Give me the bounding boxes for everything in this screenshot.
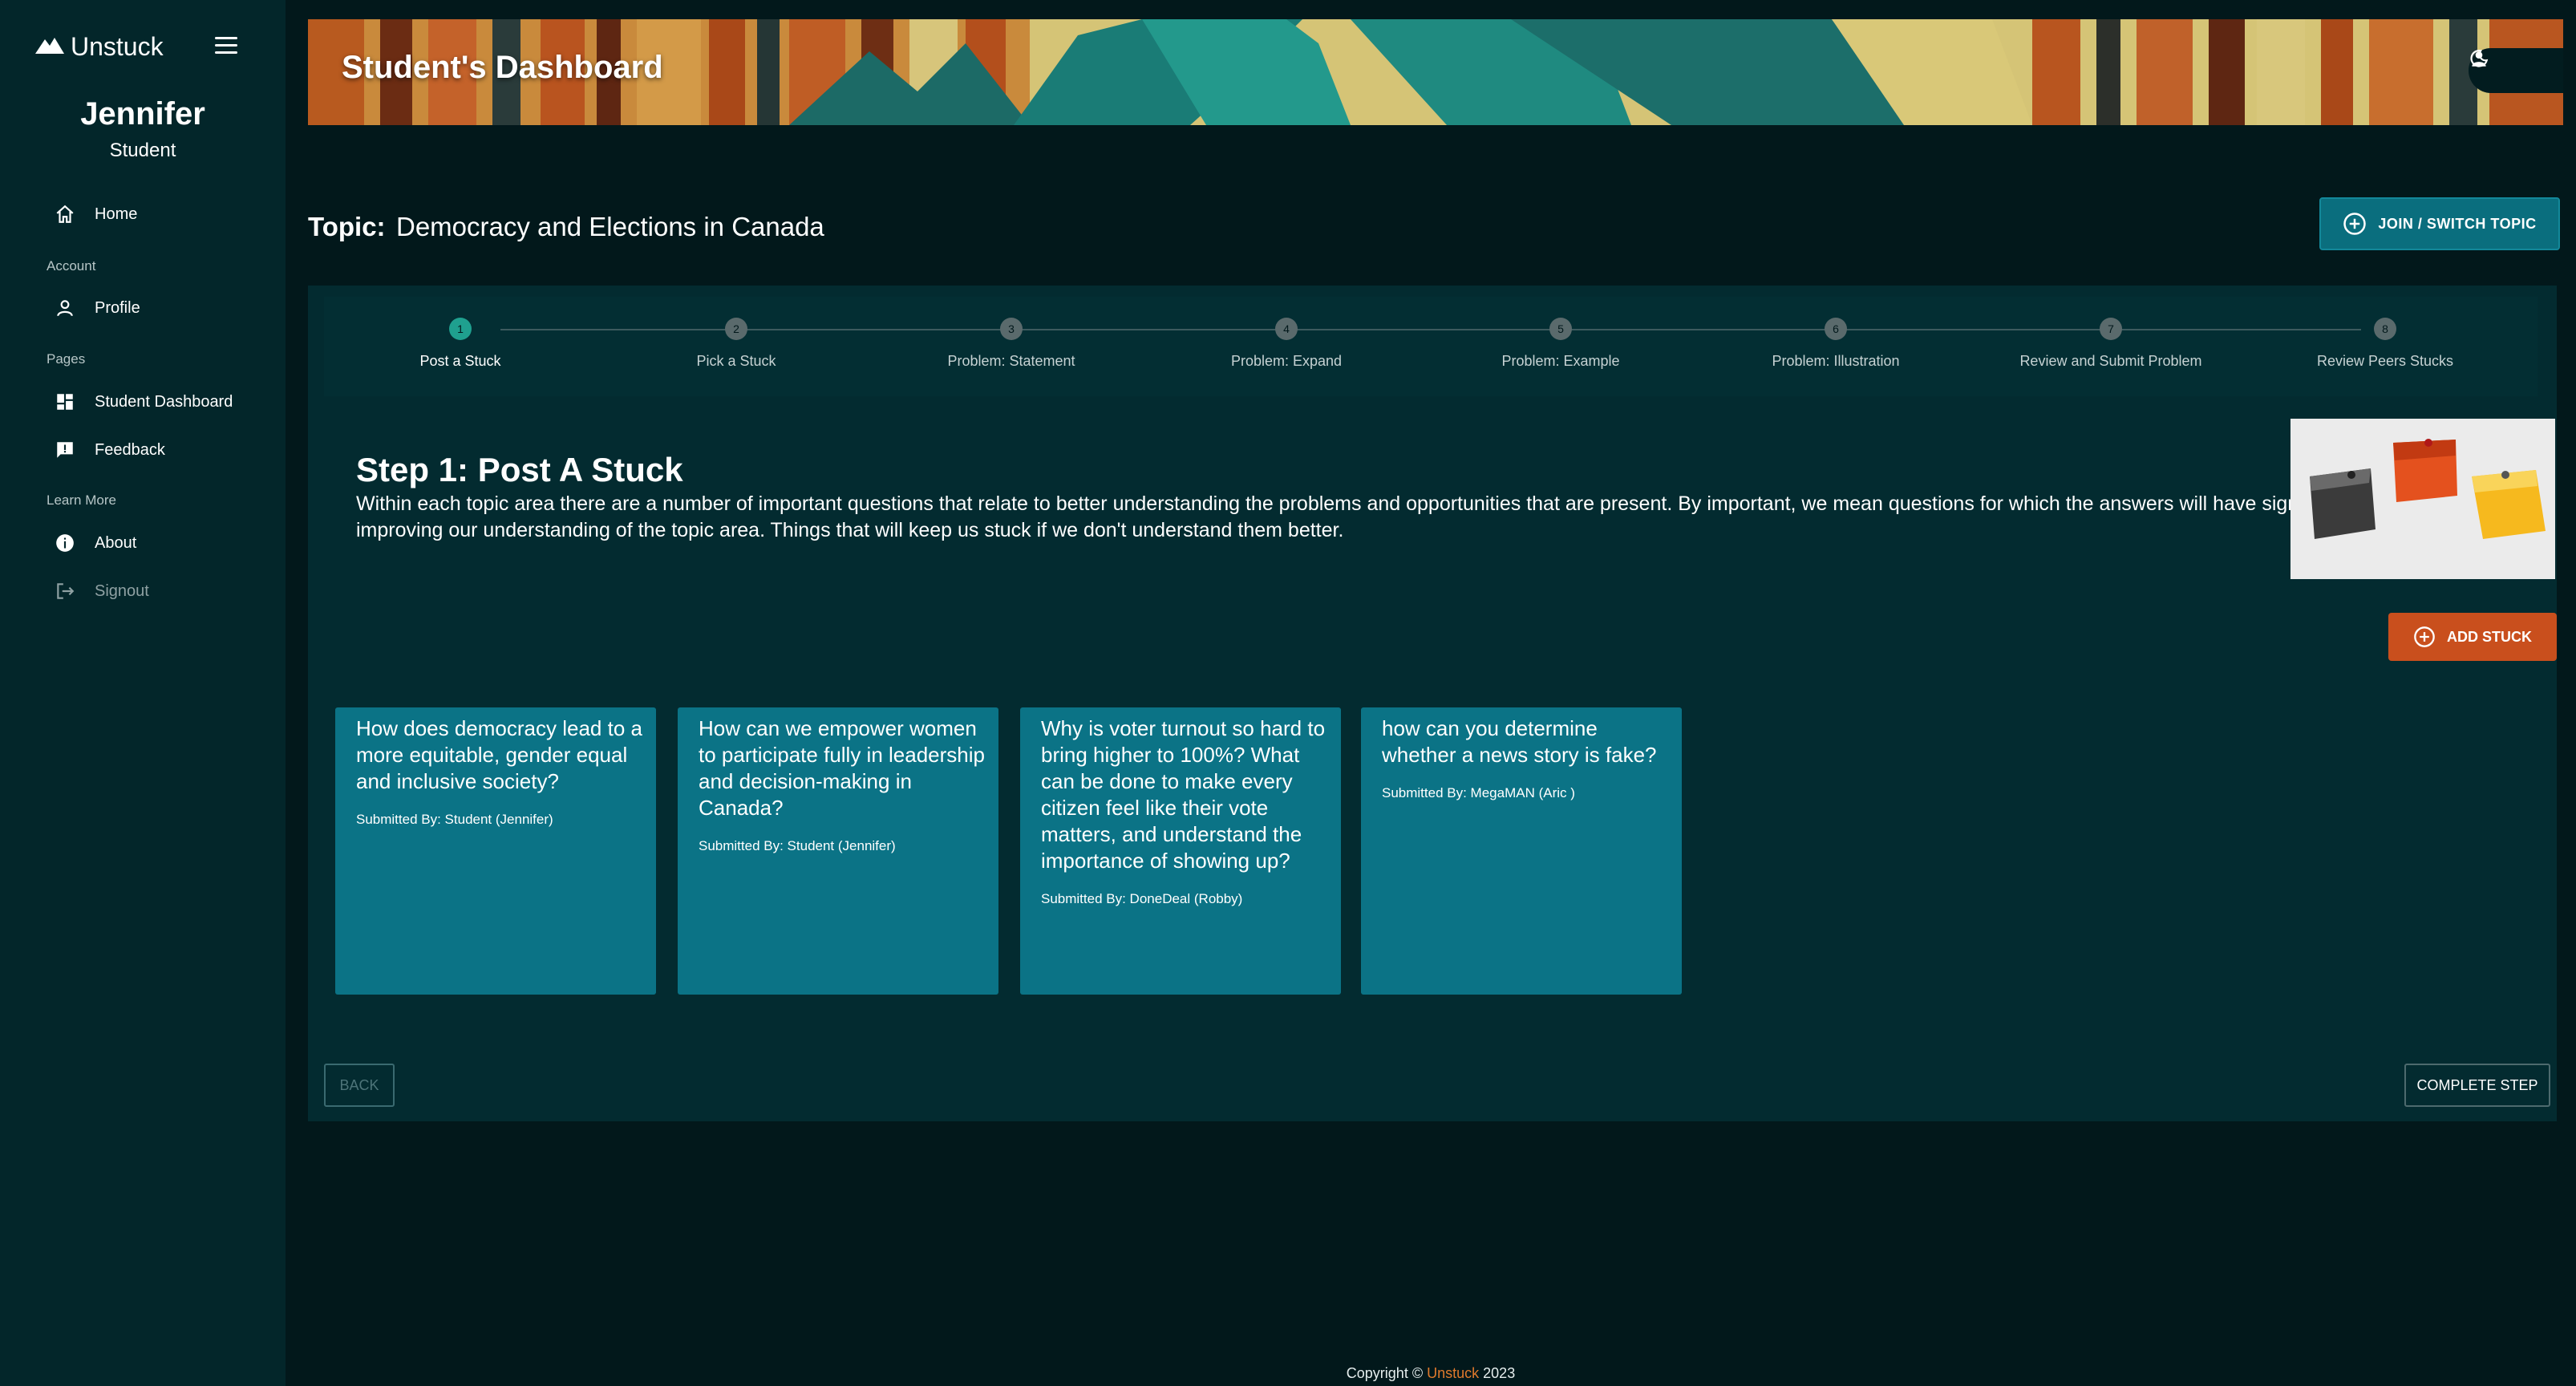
step-8[interactable]: 8 Review Peers Stucks bbox=[2249, 297, 2521, 370]
stuck-question: how can you determine whether a news sto… bbox=[1382, 715, 1671, 806]
sidebar: Unstuck Jennifer Student Home Account Pr… bbox=[0, 0, 286, 1386]
stuck-question-text: Why is voter turnout so hard to bring hi… bbox=[1041, 716, 1326, 873]
step-label: Post a Stuck bbox=[419, 353, 501, 369]
menu-icon[interactable] bbox=[215, 37, 237, 56]
sidebar-item-student-dashboard[interactable]: Student Dashboard bbox=[51, 388, 233, 415]
user-name: Jennifer bbox=[80, 96, 205, 132]
step-number: 4 bbox=[1275, 318, 1298, 340]
step-7[interactable]: 7 Review and Submit Problem bbox=[1975, 297, 2247, 370]
sidebar-item-signout[interactable]: Signout bbox=[51, 578, 149, 605]
person-icon bbox=[51, 294, 79, 322]
sidebar-item-label: Profile bbox=[95, 298, 140, 317]
section-account: Account bbox=[47, 258, 96, 274]
step-number: 6 bbox=[1825, 318, 1847, 340]
step-4[interactable]: 4 Problem: Expand bbox=[1150, 297, 1423, 370]
sidebar-item-label: Feedback bbox=[95, 440, 165, 459]
mountain-icon bbox=[35, 36, 64, 58]
step-number: 3 bbox=[1000, 318, 1023, 340]
step-label: Review and Submit Problem bbox=[2019, 353, 2202, 369]
sidebar-item-label: Signout bbox=[95, 582, 149, 600]
home-icon bbox=[51, 201, 79, 228]
step-2[interactable]: 2 Pick a Stuck bbox=[600, 297, 873, 370]
join-switch-topic-button[interactable]: JOIN / SWITCH TOPIC bbox=[2319, 197, 2560, 250]
back-button[interactable]: BACK bbox=[324, 1064, 395, 1107]
topic-value: Democracy and Elections in Canada bbox=[396, 212, 824, 241]
copyright-year: 2023 bbox=[1483, 1365, 1516, 1381]
info-icon bbox=[51, 529, 79, 557]
stuck-card[interactable]: Why is voter turnout so hard to bring hi… bbox=[1020, 707, 1341, 995]
add-circle-icon bbox=[2413, 626, 2436, 648]
page-title: Student's Dashboard bbox=[342, 50, 663, 85]
header-banner: Student's Dashboard bbox=[308, 19, 2563, 125]
add-stuck-label: ADD STUCK bbox=[2447, 628, 2532, 645]
sidebar-item-home[interactable]: Home bbox=[51, 201, 137, 228]
stuck-card[interactable]: How does democracy lead to a more equita… bbox=[335, 707, 656, 995]
add-circle-icon bbox=[2343, 212, 2367, 236]
stuck-question-text: How can we empower women to participate … bbox=[699, 716, 985, 820]
step-title: Step 1: Post A Stuck bbox=[356, 451, 683, 488]
step-6[interactable]: 6 Problem: Illustration bbox=[1699, 297, 1972, 370]
step-label: Review Peers Stucks bbox=[2316, 353, 2454, 369]
sticky-notes-image bbox=[2290, 419, 2555, 579]
step-number: 7 bbox=[2100, 318, 2122, 340]
header-actions bbox=[2469, 48, 2563, 93]
step-label: Pick a Stuck bbox=[696, 353, 776, 369]
sidebar-item-about[interactable]: About bbox=[51, 529, 136, 557]
sidebar-item-label: Student Dashboard bbox=[95, 392, 233, 411]
step-1[interactable]: 1 Post a Stuck bbox=[324, 297, 597, 370]
section-learn-more: Learn More bbox=[47, 492, 116, 508]
stuck-question-text: how can you determine whether a news sto… bbox=[1382, 716, 1657, 767]
stuck-submitter: Submitted By: MegaMAN (Aric ) bbox=[1382, 785, 1575, 800]
step-3[interactable]: 3 Problem: Statement bbox=[875, 297, 1148, 370]
stepper: 1 Post a Stuck 2 Pick a Stuck 3 Problem:… bbox=[324, 297, 2538, 396]
stuck-submitter: Submitted By: Student (Jennifer) bbox=[699, 838, 896, 853]
stuck-submitter: Submitted By: DoneDeal (Robby) bbox=[1041, 891, 1243, 906]
sidebar-item-label: Home bbox=[95, 205, 138, 223]
step-number: 1 bbox=[449, 318, 472, 340]
sidebar-item-profile[interactable]: Profile bbox=[51, 294, 140, 322]
stuck-card[interactable]: how can you determine whether a news sto… bbox=[1361, 707, 1682, 995]
footer: Copyright © Unstuck 2023 bbox=[286, 1365, 2576, 1382]
join-switch-topic-label: JOIN / SWITCH TOPIC bbox=[2378, 215, 2537, 232]
brand-name: Unstuck bbox=[71, 32, 164, 61]
step-label: Problem: Example bbox=[1501, 353, 1620, 369]
sidebar-item-feedback[interactable]: Feedback bbox=[51, 436, 165, 464]
sidebar-item-label: About bbox=[95, 533, 137, 552]
copyright-prefix: Copyright © bbox=[1346, 1365, 1424, 1381]
step-number: 8 bbox=[2374, 318, 2396, 340]
user-role: Student bbox=[109, 140, 176, 161]
stuck-question: How can we empower women to participate … bbox=[699, 715, 987, 859]
feedback-icon bbox=[51, 436, 79, 464]
step-description: Within each topic area there are a numbe… bbox=[356, 492, 2444, 541]
step-number: 5 bbox=[1549, 318, 1572, 340]
topic-label: Topic: bbox=[308, 212, 386, 241]
section-pages: Pages bbox=[47, 351, 86, 367]
stuck-question-text: How does democracy lead to a more equita… bbox=[356, 716, 642, 793]
step-number: 2 bbox=[725, 318, 747, 340]
step-5[interactable]: 5 Problem: Example bbox=[1424, 297, 1697, 370]
footer-brand-link[interactable]: Unstuck bbox=[1427, 1365, 1479, 1381]
stuck-question: How does democracy lead to a more equita… bbox=[356, 715, 645, 833]
stuck-question: Why is voter turnout so hard to bring hi… bbox=[1041, 715, 1330, 912]
add-stuck-button[interactable]: ADD STUCK bbox=[2388, 613, 2557, 661]
step-label: Problem: Expand bbox=[1230, 353, 1343, 369]
stuck-card[interactable]: How can we empower women to participate … bbox=[678, 707, 998, 995]
step-label: Problem: Illustration bbox=[1772, 353, 1900, 369]
brand-logo[interactable]: Unstuck bbox=[35, 32, 164, 62]
step-panel: 1 Post a Stuck 2 Pick a Stuck 3 Problem:… bbox=[308, 286, 2557, 1121]
logout-icon bbox=[51, 578, 79, 605]
dashboard-icon bbox=[51, 388, 79, 415]
stuck-submitter: Submitted By: Student (Jennifer) bbox=[356, 812, 553, 827]
complete-step-button[interactable]: COMPLETE STEP bbox=[2404, 1064, 2550, 1107]
step-label: Problem: Statement bbox=[947, 353, 1075, 369]
